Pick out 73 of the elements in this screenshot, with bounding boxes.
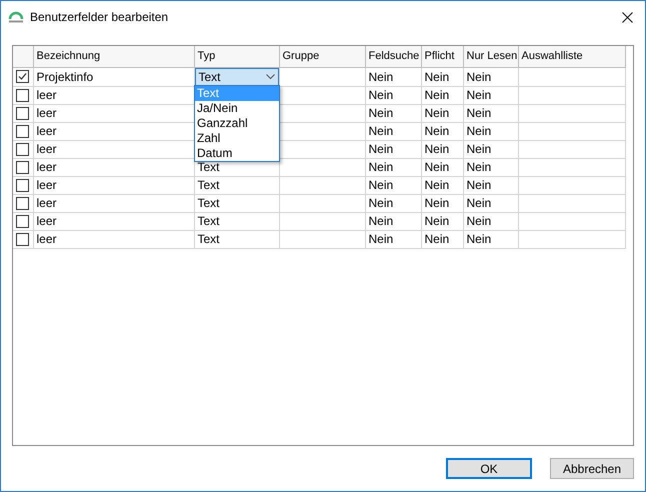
row-checkbox[interactable]	[16, 160, 29, 174]
table-cell: Nein	[368, 142, 394, 156]
table-cell: Nein	[424, 142, 450, 156]
table-cell: Nein	[424, 88, 450, 102]
table-cell: Nein	[424, 178, 450, 192]
row-checkbox[interactable]	[16, 124, 29, 138]
row-checkbox[interactable]	[16, 142, 29, 156]
table-cell: Nein	[466, 160, 492, 174]
table-cell: Nein	[368, 232, 394, 246]
row-checkbox[interactable]	[16, 214, 29, 228]
table-cell: Nein	[368, 178, 394, 192]
table-cell: Text	[198, 232, 220, 246]
table-cell: Nein	[424, 160, 450, 174]
dropdown-option[interactable]: Ja/Nein	[195, 101, 279, 116]
row-checkbox[interactable]	[16, 88, 29, 102]
chevron-down-icon	[266, 74, 274, 80]
close-button[interactable]	[619, 9, 635, 25]
row-checkbox[interactable]	[16, 232, 29, 246]
table-cell: Nein	[424, 196, 450, 210]
table-cell: leer	[36, 142, 57, 156]
column-header[interactable]: Gruppe	[279, 46, 365, 67]
table-cell: Text	[198, 178, 220, 192]
row-checkbox[interactable]	[16, 196, 29, 210]
table-cell: Nein	[424, 106, 450, 120]
table-cell: Nein	[466, 214, 492, 228]
table-cell: leer	[36, 232, 57, 246]
table-cell: Nein	[466, 88, 492, 102]
table-cell: Nein	[368, 106, 394, 120]
type-combobox[interactable]: Text	[194, 68, 278, 86]
table-cell: Nein	[368, 160, 394, 174]
dropdown-option[interactable]: Datum	[195, 146, 279, 161]
table-cell: Nein	[424, 232, 450, 246]
row-checkbox[interactable]	[16, 178, 29, 192]
table-cell: Nein	[368, 214, 394, 228]
app-logo-icon	[8, 11, 24, 23]
table-cell: Nein	[368, 196, 394, 210]
table-cell: Nein	[368, 88, 394, 102]
table-cell: Nein	[466, 196, 492, 210]
table-cell: Projektinfo	[36, 70, 94, 84]
table-cell: Nein	[424, 70, 450, 84]
table-cell: Nein	[466, 142, 492, 156]
table-cell: Text	[198, 214, 220, 228]
table-cell: Nein	[466, 124, 492, 138]
column-header[interactable]: Auswahlliste	[518, 46, 625, 67]
table-cell: Nein	[466, 106, 492, 120]
table-cell: leer	[36, 124, 57, 138]
dropdown-option[interactable]: Ganzzahl	[195, 116, 279, 131]
table-cell: leer	[36, 196, 57, 210]
table-cell: leer	[36, 88, 57, 102]
column-header[interactable]: Typ	[194, 46, 279, 67]
dropdown-option[interactable]: Zahl	[195, 131, 279, 146]
table-cell: Nein	[424, 124, 450, 138]
column-header[interactable]: Bezeichnung	[33, 46, 194, 67]
column-header[interactable]: Nur Lesen	[463, 46, 518, 67]
table-cell: Nein	[368, 70, 394, 84]
row-checkbox[interactable]	[16, 70, 29, 83]
column-header[interactable]: Feldsuche	[365, 46, 421, 67]
table-cell: leer	[36, 178, 57, 192]
table-cell: Nein	[466, 70, 492, 84]
table-cell: Text	[198, 160, 220, 174]
dialog-button[interactable]: OK	[446, 458, 532, 479]
row-checkbox[interactable]	[16, 106, 29, 120]
table-cell: Nein	[424, 214, 450, 228]
window-title: Benutzerfelder bearbeiten	[30, 9, 168, 26]
table-cell: Nein	[466, 232, 492, 246]
column-header[interactable]: Pflicht	[421, 46, 463, 67]
table-cell: Nein	[466, 178, 492, 192]
table-cell: leer	[36, 106, 57, 120]
table-cell: leer	[36, 160, 57, 174]
table-cell: leer	[36, 214, 57, 228]
table-cell: Text	[198, 196, 220, 210]
table-cell: Nein	[368, 124, 394, 138]
dialog-button[interactable]: Abbrechen	[550, 458, 634, 479]
